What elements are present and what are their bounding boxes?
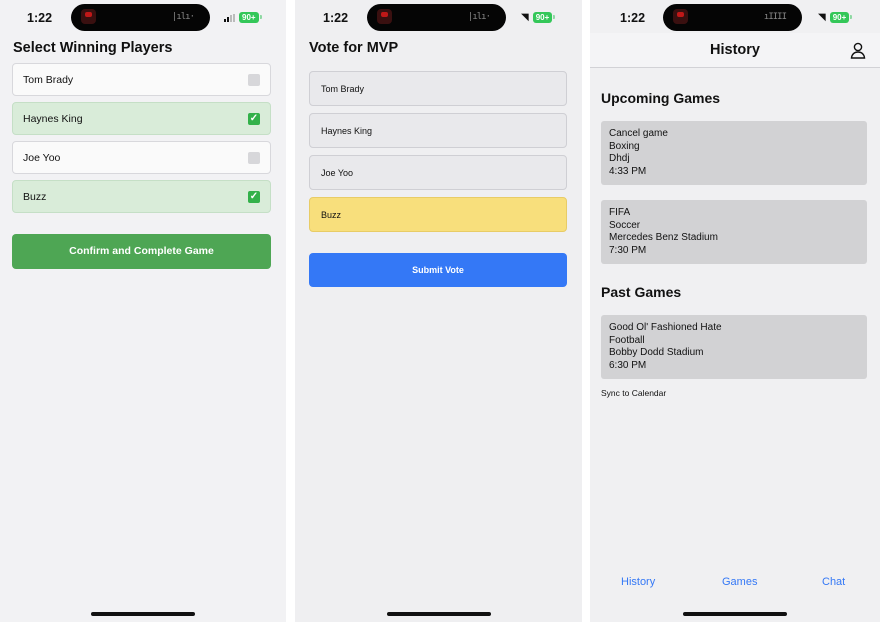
player-name: Haynes King (321, 126, 373, 136)
mvp-option-joe-yoo[interactable]: Joe Yoo (309, 155, 567, 190)
page-title: Select Winning Players (13, 40, 173, 56)
screen-recording-icon (81, 9, 96, 24)
battery-icon: 90+ (532, 12, 555, 23)
battery-level: 90+ (242, 13, 256, 22)
battery-icon: 90+ (239, 12, 262, 23)
upcoming-game-card[interactable]: FIFA Soccer Mercedes Benz Stadium 7:30 P… (601, 200, 867, 264)
game-name: FIFA (609, 207, 631, 218)
game-time: 6:30 PM (609, 359, 647, 371)
status-time: 1:22 (620, 11, 646, 25)
status-indicators: ◥ 90+ (818, 11, 852, 23)
player-row-buzz[interactable]: Buzz ✓ (12, 180, 271, 213)
past-game-card[interactable]: Good Ol' Fashioned Hate Football Bobby D… (601, 315, 867, 379)
game-sport: Soccer (609, 219, 641, 231)
screen-recording-icon (377, 9, 392, 24)
player-row-tom-brady[interactable]: Tom Brady (12, 63, 271, 96)
status-indicators: ◥ 90+ (521, 11, 555, 23)
tab-games[interactable]: Games (722, 576, 757, 588)
checkbox-checked-icon[interactable]: ✓ (248, 113, 260, 125)
battery-icon: 90+ (829, 12, 852, 23)
select-winners-screen: 1:22 |ılı· 90+ Select Winning Players To… (0, 0, 286, 622)
checkbox-unchecked[interactable] (248, 74, 260, 86)
dynamic-island: |ılı· (71, 4, 210, 31)
status-indicators: 90+ (224, 12, 262, 23)
tab-chat[interactable]: Chat (822, 576, 845, 588)
game-name: Good Ol' Fashioned Hate (609, 322, 722, 333)
home-indicator[interactable] (91, 612, 195, 616)
dynamic-island: ıIIII (663, 4, 802, 31)
tab-history[interactable]: History (621, 576, 655, 588)
player-row-joe-yoo[interactable]: Joe Yoo (12, 141, 271, 174)
game-location: Bobby Dodd Stadium (609, 347, 704, 358)
game-location: Dhdj (609, 153, 630, 164)
history-screen: 1:22 ıIIII ◥ 90+ History Upcoming Games … (590, 0, 880, 622)
player-name: Tom Brady (321, 84, 365, 94)
signal-icon (224, 13, 235, 22)
upcoming-games-heading: Upcoming Games (601, 90, 721, 106)
mvp-option-tom-brady[interactable]: Tom Brady (309, 71, 567, 106)
game-time: 4:33 PM (609, 165, 647, 177)
audio-wave-icon: ıIIII (763, 12, 787, 22)
home-indicator[interactable] (683, 612, 787, 616)
home-indicator[interactable] (386, 612, 491, 616)
past-games-heading: Past Games (601, 284, 682, 300)
game-sport: Football (609, 334, 645, 346)
status-time: 1:22 (323, 11, 349, 25)
screen-recording-icon (673, 9, 688, 24)
game-name: Cancel game (609, 128, 668, 139)
wifi-icon: ◥ (818, 11, 826, 23)
page-title: History (710, 42, 760, 58)
player-name: Buzz (23, 191, 47, 203)
checkbox-checked-icon[interactable]: ✓ (248, 191, 260, 203)
player-name: Joe Yoo (23, 152, 61, 164)
mvp-option-haynes-king[interactable]: Haynes King (309, 113, 567, 148)
page-title: Vote for MVP (309, 40, 399, 56)
confirm-complete-game-button[interactable]: Confirm and Complete Game (12, 234, 271, 269)
player-name: Joe Yoo (321, 168, 354, 178)
player-name: Tom Brady (23, 74, 74, 86)
mvp-option-buzz[interactable]: Buzz (309, 197, 567, 232)
checkbox-unchecked[interactable] (248, 152, 260, 164)
game-sport: Boxing (609, 140, 640, 152)
game-location: Mercedes Benz Stadium (609, 232, 718, 243)
player-row-haynes-king[interactable]: Haynes King ✓ (12, 102, 271, 135)
audio-wave-icon: |ılı· (467, 12, 491, 22)
status-time: 1:22 (27, 11, 53, 25)
navigation-header: History (590, 33, 880, 68)
game-time: 7:30 PM (609, 244, 647, 256)
player-name: Buzz (321, 210, 342, 220)
battery-level: 90+ (832, 13, 847, 22)
submit-vote-button[interactable]: Submit Vote (309, 253, 567, 287)
profile-icon[interactable] (850, 42, 866, 59)
upcoming-game-card[interactable]: Cancel game Boxing Dhdj 4:33 PM (601, 121, 867, 185)
sync-to-calendar-link[interactable]: Sync to Calendar (601, 388, 666, 398)
battery-level: 90+ (535, 13, 550, 22)
player-name: Haynes King (23, 113, 83, 125)
audio-wave-icon: |ılı· (171, 12, 195, 22)
dynamic-island: |ılı· (367, 4, 506, 31)
vote-mvp-screen: 1:22 |ılı· ◥ 90+ Vote for MVP Tom Brady … (295, 0, 582, 622)
wifi-icon: ◥ (521, 11, 529, 23)
